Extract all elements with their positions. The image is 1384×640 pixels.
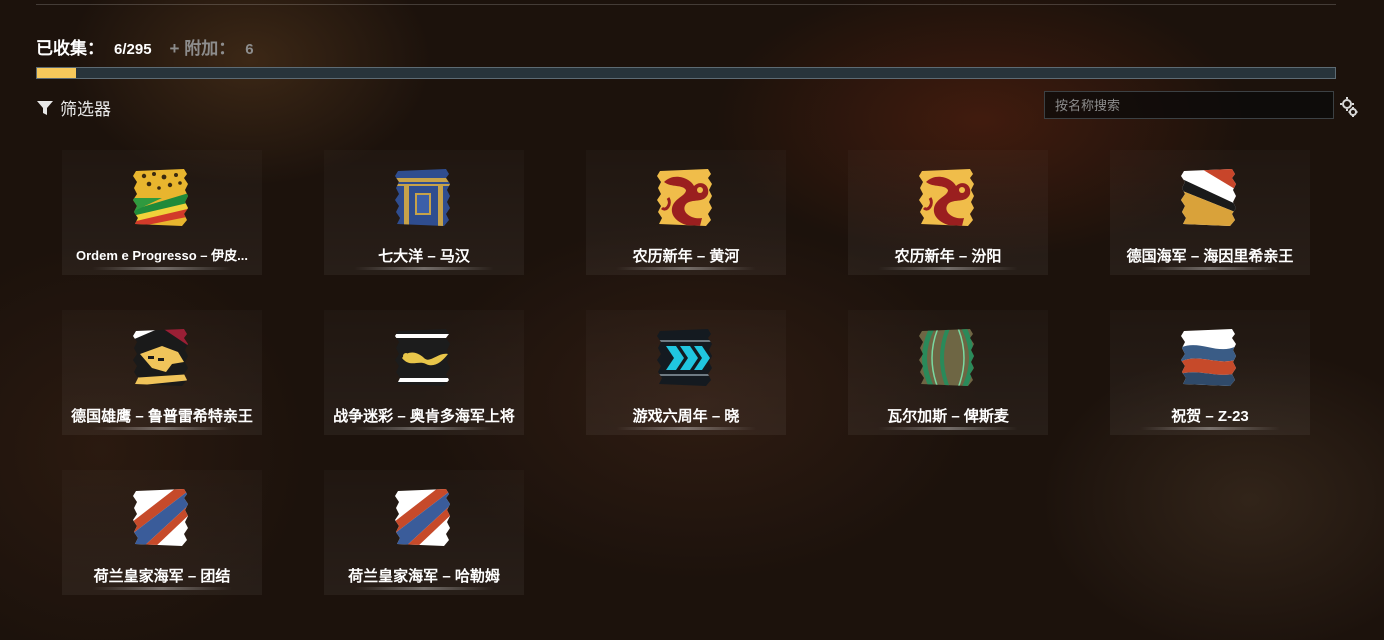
flag-war-camo-icon xyxy=(395,329,450,386)
flag-card[interactable]: 瓦尔加斯 – 俾斯麦 xyxy=(818,310,1078,460)
flag-card[interactable]: 战争迷彩 – 奥肯多海军上将 xyxy=(294,310,554,460)
name-underline xyxy=(878,427,1018,430)
name-underline xyxy=(92,427,232,430)
flag-german-navy-icon xyxy=(1181,169,1236,226)
name-underline xyxy=(354,427,494,430)
progress-fill xyxy=(37,68,76,78)
filter-icon xyxy=(37,100,53,115)
flag-dutch-navy-icon xyxy=(133,489,188,546)
flag-name: 农历新年 – 汾阳 xyxy=(894,248,1002,265)
flag-name: 农历新年 – 黄河 xyxy=(632,248,740,265)
settings-gear-icon[interactable] xyxy=(1339,95,1359,119)
flag-congrats-icon xyxy=(1181,329,1236,386)
flag-brazil-jaguar-icon xyxy=(133,169,188,226)
flag-german-eagle-icon xyxy=(133,329,188,386)
flag-name: 荷兰皇家海军 – 团结 xyxy=(93,568,231,585)
flag-name: 游戏六周年 – 晓 xyxy=(632,408,740,425)
flag-card[interactable]: 七大洋 – 马汉 xyxy=(294,150,554,300)
flag-name: 七大洋 – 马汉 xyxy=(378,248,470,265)
flag-card[interactable]: Ordem e Progresso – 伊皮... xyxy=(32,150,292,300)
name-underline xyxy=(92,267,232,270)
collected-label: 已收集： xyxy=(36,39,104,58)
flag-name: 瓦尔加斯 – 俾斯麦 xyxy=(887,408,1009,425)
top-divider xyxy=(36,4,1336,5)
flag-name: 战争迷彩 – 奥肯多海军上将 xyxy=(333,408,515,425)
flag-name: 祝贺 – Z-23 xyxy=(1171,408,1249,425)
flag-name: 德国海军 – 海因里希亲王 xyxy=(1126,248,1294,265)
filter-button[interactable]: 筛选器 xyxy=(36,95,111,120)
flag-sixth-anniversary-icon xyxy=(657,329,712,386)
flag-name: 荷兰皇家海军 – 哈勒姆 xyxy=(348,568,500,585)
name-underline xyxy=(354,587,494,590)
extra-label: + 附加： xyxy=(169,39,236,58)
flag-name: 德国雄鹰 – 鲁普雷希特亲王 xyxy=(71,408,253,425)
flag-lunar-dragon-icon xyxy=(919,169,974,226)
flag-card[interactable]: 游戏六周年 – 晓 xyxy=(556,310,816,460)
flag-dutch-navy-icon xyxy=(395,489,450,546)
extra-count: 6 xyxy=(245,41,254,58)
name-underline xyxy=(878,267,1018,270)
name-underline xyxy=(1140,427,1280,430)
name-underline xyxy=(354,267,494,270)
name-underline xyxy=(616,267,756,270)
name-underline xyxy=(616,427,756,430)
filter-label: 筛选器 xyxy=(60,100,111,119)
flag-card[interactable]: 农历新年 – 汾阳 xyxy=(818,150,1078,300)
search-input[interactable] xyxy=(1044,91,1334,119)
collection-summary: 已收集： 6/295 + 附加： 6 xyxy=(36,34,254,59)
flag-name: Ordem e Progresso – 伊皮... xyxy=(76,248,248,263)
flag-card[interactable]: 祝贺 – Z-23 xyxy=(1080,310,1340,460)
flag-card[interactable]: 德国雄鹰 – 鲁普雷希特亲王 xyxy=(32,310,292,460)
flag-card[interactable]: 荷兰皇家海军 – 团结 xyxy=(32,470,292,620)
flag-valhalla-icon xyxy=(919,329,974,386)
flag-seven-seas-icon xyxy=(395,169,450,226)
collection-progress-bar xyxy=(36,67,1336,79)
collected-count: 6/295 xyxy=(114,41,152,58)
flag-card[interactable]: 德国海军 – 海因里希亲王 xyxy=(1080,150,1340,300)
flag-lunar-dragon-icon xyxy=(657,169,712,226)
name-underline xyxy=(92,587,232,590)
flag-card[interactable]: 荷兰皇家海军 – 哈勒姆 xyxy=(294,470,554,620)
flag-card[interactable]: 农历新年 – 黄河 xyxy=(556,150,816,300)
name-underline xyxy=(1140,267,1280,270)
